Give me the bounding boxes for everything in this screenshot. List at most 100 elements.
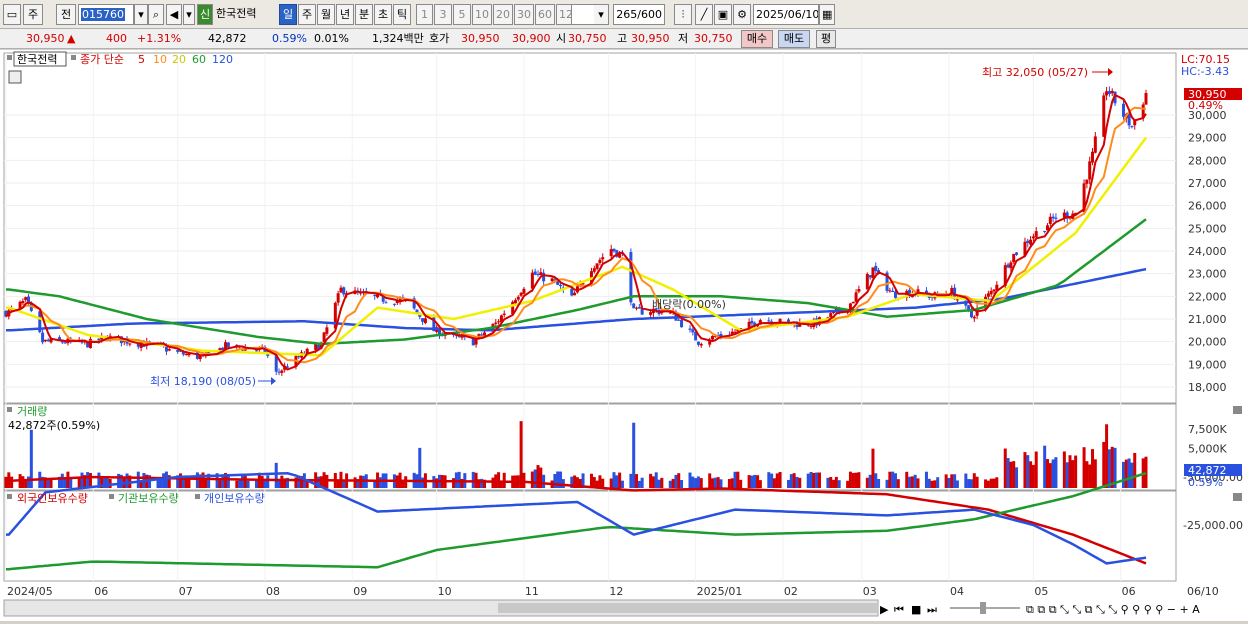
- scroll-forward-icon[interactable]: ⏭: [927, 603, 937, 616]
- volume-bar: [615, 475, 619, 488]
- volume-bar: [260, 475, 264, 488]
- zoom-options-icon[interactable]: ⧉ ⧉ ⧉ ⤡ ⤡ ⧉ ⤡ ⤡ ⚲ ⚲ ⚲ ⚲ − + A: [1026, 603, 1200, 616]
- volume-bar: [975, 476, 979, 488]
- date-input[interactable]: 2025/06/10: [753, 4, 819, 25]
- volume-bar: [533, 469, 537, 488]
- candle-body: [1026, 240, 1030, 243]
- interval-button[interactable]: 60: [535, 4, 555, 25]
- x-tick-label: 07: [179, 585, 193, 598]
- flat-button[interactable]: 평: [816, 30, 836, 48]
- buy-button[interactable]: 매수: [741, 30, 773, 48]
- volume-bar: [243, 475, 247, 488]
- period-tab[interactable]: 일: [279, 4, 297, 25]
- stock-code-input[interactable]: 015760: [78, 4, 134, 25]
- bid-price: 30,900: [512, 32, 551, 45]
- volume-bar: [778, 471, 782, 488]
- candle-body: [874, 265, 878, 271]
- candle-body: [21, 301, 25, 304]
- interval-button[interactable]: 10: [472, 4, 492, 25]
- volume-bar: [179, 473, 183, 488]
- candle-type-icon[interactable]: ⫶: [674, 4, 692, 25]
- candle-body: [1048, 216, 1052, 224]
- candle-body: [1034, 231, 1038, 237]
- candle-body: [1031, 236, 1035, 239]
- candle-body: [530, 272, 534, 289]
- volume-bar: [1085, 461, 1089, 488]
- volume-bar: [688, 472, 692, 488]
- volume-bar: [10, 476, 14, 488]
- speaker-dropdown-icon[interactable]: ▾: [183, 4, 195, 25]
- volume-bar: [1051, 459, 1055, 488]
- period-tab[interactable]: 초: [374, 4, 392, 25]
- scroll-right-icon[interactable]: ▶: [880, 603, 889, 616]
- speaker-icon[interactable]: ◀: [166, 4, 182, 25]
- search-icon[interactable]: ⌕: [148, 4, 164, 25]
- drawing-tool-icon[interactable]: ╱: [695, 4, 713, 25]
- period-tab[interactable]: 년: [336, 4, 354, 25]
- interval-dropdown-icon[interactable]: ▾: [594, 4, 609, 25]
- close-icon[interactable]: [1233, 493, 1242, 501]
- sell-button[interactable]: 매도: [778, 30, 810, 48]
- volume-bar: [1023, 452, 1027, 488]
- candle-body: [632, 303, 636, 309]
- volume-bar: [204, 478, 208, 488]
- close-icon[interactable]: [1233, 406, 1242, 414]
- candle-body: [598, 259, 602, 264]
- x-tick-label: 08: [266, 585, 280, 598]
- volume-bar: [640, 477, 644, 488]
- interval-button[interactable]: 30: [514, 4, 534, 25]
- gear-icon[interactable]: ⚙: [733, 4, 751, 25]
- volume-bar: [1105, 424, 1109, 488]
- candle-body: [595, 263, 599, 269]
- period-tab[interactable]: 주: [298, 4, 316, 25]
- code-dropdown-icon[interactable]: ▾: [134, 4, 148, 25]
- candle-body: [41, 332, 45, 343]
- volume-bar: [1006, 458, 1010, 488]
- volume-bar: [497, 472, 501, 488]
- stock-chart[interactable]: 18,000 19,000 20,000 21,000 22,000 23,000 24,0…: [0, 50, 1248, 621]
- window-menu-icon[interactable]: ▭: [3, 4, 21, 25]
- scrollbar-thumb[interactable]: [498, 603, 878, 613]
- period-tab[interactable]: 월: [317, 4, 335, 25]
- candle-body: [297, 356, 301, 358]
- candle-body: [857, 289, 861, 292]
- interval-button[interactable]: 1: [416, 4, 433, 25]
- volume-bar: [730, 478, 734, 488]
- x-tick-label: 02: [784, 585, 798, 598]
- mode-selector[interactable]: 주: [23, 4, 43, 25]
- period-tab[interactable]: 분: [355, 4, 373, 25]
- interval-button[interactable]: 20: [493, 4, 513, 25]
- calendar-icon[interactable]: ▦: [819, 4, 835, 25]
- volume-bar: [775, 473, 779, 488]
- volume-bar: [536, 465, 540, 488]
- interval-button[interactable]: 3: [434, 4, 452, 25]
- volume-bar: [1015, 467, 1019, 488]
- volume-bar: [857, 472, 861, 488]
- scroll-back-icon[interactable]: ⏮: [894, 603, 904, 616]
- y-tick-label: 23,000: [1188, 268, 1227, 281]
- period-tab[interactable]: 틱: [393, 4, 411, 25]
- count-input[interactable]: 265/600: [613, 4, 665, 25]
- volume-bar: [660, 477, 664, 488]
- volume-bar: [767, 472, 771, 488]
- volume-bar: [1048, 463, 1052, 488]
- table-icon[interactable]: [8, 70, 22, 84]
- volume-bar: [561, 479, 565, 488]
- prev-button[interactable]: 전: [56, 4, 76, 25]
- high-price: 30,950: [631, 32, 670, 45]
- legend-ma-120: 120: [212, 53, 233, 66]
- hc-label: HC:-3.43: [1181, 65, 1229, 78]
- stop-icon[interactable]: ■: [911, 603, 921, 616]
- save-icon[interactable]: ▣: [714, 4, 732, 25]
- candle-body: [533, 271, 537, 275]
- volume-bar: [910, 476, 914, 488]
- volume-bar: [378, 477, 382, 488]
- zoom-slider-thumb[interactable]: [980, 602, 986, 614]
- y-tick-label: 18,000: [1188, 381, 1227, 394]
- volume-bar: [632, 422, 636, 488]
- volume-bar: [933, 480, 937, 488]
- interval-button[interactable]: 5: [453, 4, 471, 25]
- volume-bar: [756, 475, 760, 488]
- candle-body: [1009, 262, 1013, 269]
- candle-body: [592, 268, 596, 272]
